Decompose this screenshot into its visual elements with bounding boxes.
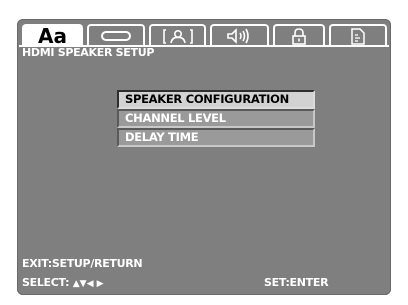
speaker-setup-menu: SPEAKER CONFIGURATION CHANNEL LEVEL DELA… xyxy=(117,90,315,147)
osd-screen: Aa HDMI SPEAKER SETUP SPEAKER CONFIGURAT… xyxy=(17,19,391,295)
tab-video[interactable] xyxy=(87,24,145,46)
select-hint: SELECT: ▲▼◀ ▶ xyxy=(22,276,104,289)
tab-misc[interactable] xyxy=(329,24,387,46)
tab-bar: Aa xyxy=(19,24,389,46)
set-hint: SET:ENTER xyxy=(264,276,329,289)
menu-item-delay-time[interactable]: DELAY TIME xyxy=(117,128,315,147)
tab-lock[interactable] xyxy=(273,24,325,46)
tab-audio[interactable] xyxy=(210,24,269,46)
lock-icon xyxy=(291,27,307,45)
page-title: HDMI SPEAKER SETUP xyxy=(22,46,155,59)
sd-card-icon xyxy=(351,27,365,45)
language-icon: Aa xyxy=(38,24,67,48)
select-label: SELECT: xyxy=(22,276,70,289)
tab-rating[interactable] xyxy=(149,24,206,46)
speaker-icon xyxy=(225,28,255,44)
menu-item-speaker-configuration[interactable]: SPEAKER CONFIGURATION xyxy=(117,90,315,109)
menu-item-channel-level[interactable]: CHANNEL LEVEL xyxy=(117,109,315,128)
navigation-arrows-icon: ▲▼◀ ▶ xyxy=(72,279,104,289)
exit-hint: EXIT:SETUP/RETURN xyxy=(22,257,143,270)
person-icon xyxy=(162,28,193,44)
tab-language[interactable]: Aa xyxy=(22,24,83,46)
display-icon xyxy=(101,29,131,43)
